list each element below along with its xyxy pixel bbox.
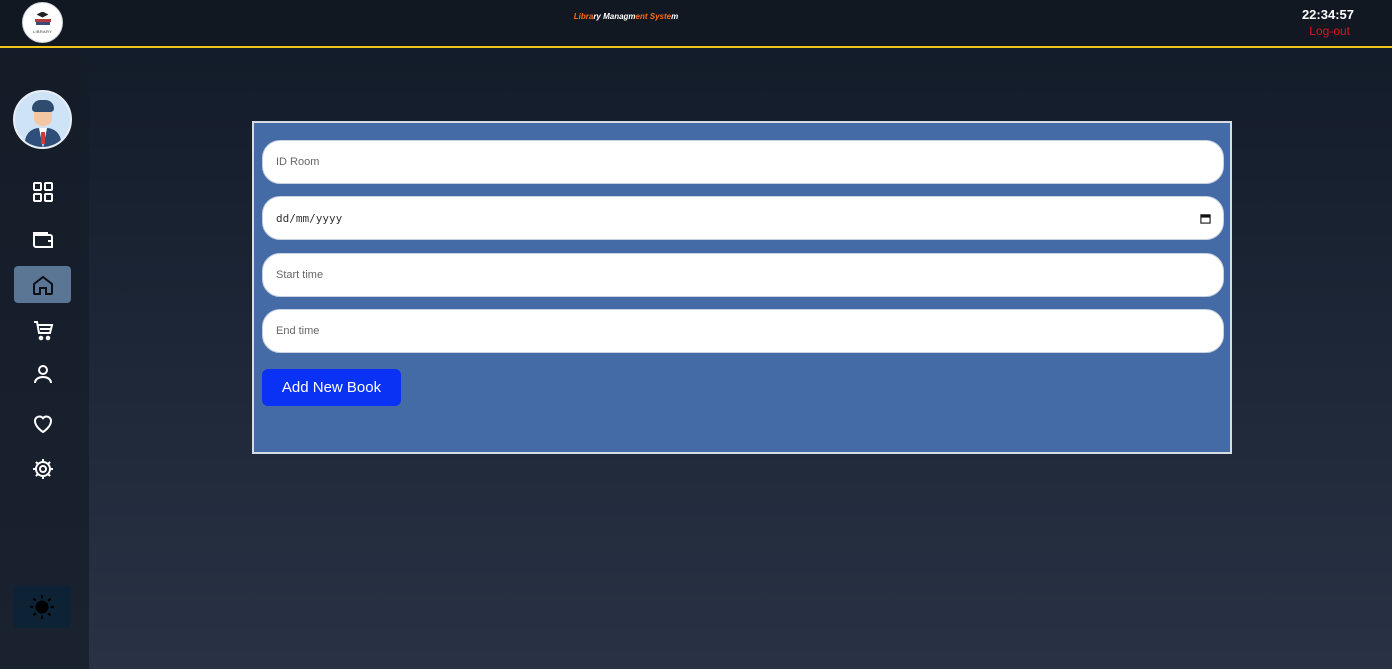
calendar-icon[interactable]	[1200, 213, 1211, 224]
sun-icon	[30, 595, 54, 619]
cart-icon	[33, 320, 53, 340]
heart-icon	[33, 415, 52, 433]
home-icon	[32, 275, 53, 295]
top-bar: LIBRARY Library Managment System 22:34:5…	[0, 0, 1392, 48]
sidebar-item-home[interactable]	[14, 266, 71, 303]
sidebar-item-cart[interactable]	[14, 311, 71, 348]
gear-icon	[32, 458, 53, 479]
avatar[interactable]	[13, 90, 72, 149]
id-room-field[interactable]	[262, 140, 1224, 184]
theme-toggle-button[interactable]	[13, 586, 71, 628]
date-placeholder: dd/mm/yyyy	[276, 211, 343, 225]
app-title-part: ent Syste	[635, 12, 672, 21]
dashboard-icon	[32, 181, 53, 202]
sidebar	[0, 50, 89, 669]
add-new-book-button[interactable]: Add New Book	[262, 369, 401, 406]
sidebar-item-dashboard[interactable]	[14, 173, 71, 210]
user-icon	[33, 364, 52, 383]
sidebar-item-wallet[interactable]	[14, 221, 71, 258]
app-title-part: m	[671, 12, 679, 21]
logout-link[interactable]: Log-out	[1309, 24, 1350, 38]
app-title-part: ry Managm	[593, 12, 636, 21]
sidebar-item-settings[interactable]	[14, 450, 71, 487]
id-room-input[interactable]	[276, 156, 1223, 168]
app-title-part: Libra	[573, 12, 594, 21]
end-time-input[interactable]	[276, 325, 1223, 337]
sidebar-item-favorites[interactable]	[14, 405, 71, 442]
clock: 22:34:57	[1301, 7, 1354, 22]
wallet-icon	[32, 231, 53, 248]
start-time-input[interactable]	[276, 269, 1223, 281]
add-booking-form: dd/mm/yyyy Add New Book	[252, 121, 1232, 454]
library-logo[interactable]: LIBRARY	[22, 2, 63, 43]
date-field[interactable]: dd/mm/yyyy	[262, 196, 1224, 240]
end-time-field[interactable]	[262, 309, 1224, 353]
app-title: Library Managment System	[0, 12, 1252, 21]
start-time-field[interactable]	[262, 253, 1224, 297]
logo-text: LIBRARY	[32, 28, 53, 34]
sidebar-item-user[interactable]	[14, 355, 71, 392]
